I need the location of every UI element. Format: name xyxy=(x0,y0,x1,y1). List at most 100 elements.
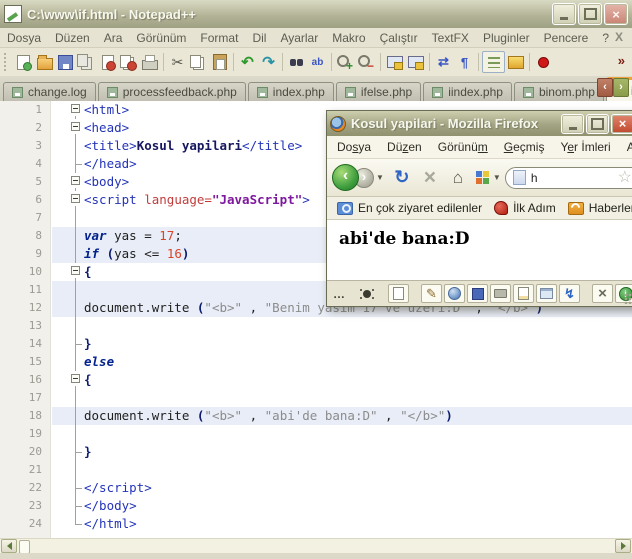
ff-menu-dosya[interactable]: Dosya xyxy=(329,137,379,157)
close-button[interactable]: × xyxy=(604,3,628,25)
bookmark-star-icon[interactable] xyxy=(618,169,632,187)
refresh-button[interactable] xyxy=(390,166,414,190)
find-icon[interactable] xyxy=(286,52,307,72)
ff-menu-düzen[interactable]: Düzen xyxy=(379,137,430,157)
home-button[interactable] xyxy=(446,166,470,190)
grid-icon[interactable] xyxy=(474,169,491,186)
close-file-icon[interactable] xyxy=(97,52,118,72)
print-icon[interactable] xyxy=(139,52,160,72)
printer-icon[interactable] xyxy=(490,284,511,303)
user-dialog-icon[interactable] xyxy=(505,52,526,72)
fold-marker-icon[interactable] xyxy=(52,191,84,209)
npp-menu-ayarlar[interactable]: Ayarlar xyxy=(273,29,325,47)
npp-menu-pencere[interactable]: Pencere xyxy=(537,29,596,47)
url-bar[interactable]: h xyxy=(504,166,632,189)
indent-guide-icon[interactable] xyxy=(482,51,505,73)
copy-icon[interactable] xyxy=(188,52,209,72)
npp-menu-textfx[interactable]: TextFX xyxy=(425,29,476,47)
cut-icon[interactable] xyxy=(167,52,188,72)
token: "<b>" xyxy=(204,300,243,315)
tab-ifelse-php[interactable]: ifelse.php xyxy=(335,82,422,101)
fold-marker-icon[interactable] xyxy=(52,263,84,281)
disk-icon[interactable] xyxy=(467,284,488,303)
save-all-icon[interactable] xyxy=(76,52,97,72)
globe-icon[interactable] xyxy=(444,284,465,303)
back-button[interactable] xyxy=(332,164,359,191)
tools-icon[interactable] xyxy=(592,284,613,303)
scroll-left-button[interactable] xyxy=(1,539,17,553)
tab-processfeedback-php[interactable]: processfeedback.php xyxy=(97,82,246,101)
npp-menu-dosya[interactable]: Dosya xyxy=(0,29,48,47)
pencil-icon[interactable] xyxy=(421,284,442,303)
menubar-close-icon[interactable]: X xyxy=(615,31,623,43)
toolbar-grip[interactable] xyxy=(4,53,8,71)
npp-menu-dil[interactable]: Dil xyxy=(245,29,273,47)
npp-menu-düzen[interactable]: Düzen xyxy=(48,29,97,47)
maximize-button[interactable] xyxy=(578,3,602,25)
npp-menu-format[interactable]: Format xyxy=(193,29,245,47)
fold-marker-icon[interactable] xyxy=(52,101,84,119)
bug-icon[interactable] xyxy=(357,285,376,302)
new-file-icon[interactable] xyxy=(13,52,34,72)
bookmark-en-çok-ziyaret-edilenler[interactable]: En çok ziyaret edilenler xyxy=(331,199,488,217)
scroll-right-button[interactable] xyxy=(615,539,631,553)
ff-menu-araçla[interactable]: Araçla xyxy=(619,137,632,157)
word-wrap-icon[interactable] xyxy=(433,52,454,72)
history-dropdown-icon[interactable]: ▼ xyxy=(376,173,384,182)
scrollbar-thumb[interactable] xyxy=(19,540,30,554)
show-all-characters-icon[interactable] xyxy=(454,52,475,72)
code-line: 14} xyxy=(0,335,632,353)
toolbar-overflow-icon[interactable]: » xyxy=(618,53,625,68)
horizontal-scrollbar[interactable] xyxy=(0,538,632,554)
zoom-out-icon[interactable] xyxy=(356,52,377,72)
npp-menu-makro[interactable]: Makro xyxy=(325,29,372,47)
npp-menu-pluginler[interactable]: Pluginler xyxy=(476,29,537,47)
paste-icon[interactable] xyxy=(209,52,230,72)
record-macro-icon[interactable] xyxy=(533,52,554,72)
npp-menu-görünüm[interactable]: Görünüm xyxy=(129,29,193,47)
close-all-icon[interactable] xyxy=(118,52,139,72)
ff-menu-görünüm[interactable]: Görünüm xyxy=(430,137,496,157)
tab-change-log[interactable]: change.log xyxy=(3,82,96,101)
npp-menu-ara[interactable]: Ara xyxy=(97,29,130,47)
undo-icon[interactable] xyxy=(237,52,258,72)
firefox-minimize-button[interactable] xyxy=(561,113,584,134)
fold-marker-icon[interactable] xyxy=(52,173,84,191)
tab-scroll-left-button[interactable]: ‹ xyxy=(597,78,613,97)
token: } xyxy=(84,336,92,351)
note-icon[interactable] xyxy=(513,284,534,303)
statusbar-overflow[interactable]: … xyxy=(333,287,345,301)
url-text[interactable]: h xyxy=(531,171,613,185)
grid-dropdown-icon[interactable]: ▼ xyxy=(493,173,501,182)
fold-marker-icon[interactable] xyxy=(52,371,84,389)
redo-icon[interactable] xyxy=(258,52,279,72)
save-file-icon[interactable] xyxy=(55,52,76,72)
stop-button[interactable] xyxy=(418,166,442,190)
firefox-close-button[interactable]: × xyxy=(611,113,632,134)
bookmark-haberler[interactable]: Haberler xyxy=(562,199,632,217)
fold-marker-icon[interactable] xyxy=(52,119,84,137)
page-icon[interactable] xyxy=(388,284,409,303)
ff-menu-yer-i-mleri[interactable]: Yer İmleri xyxy=(552,137,618,157)
firefox-maximize-button[interactable] xyxy=(586,113,609,134)
sync-horizontal-icon[interactable] xyxy=(405,52,426,72)
fold-guide xyxy=(52,155,84,173)
line-number: 18 xyxy=(28,409,42,422)
tab-binom-php[interactable]: binom.php xyxy=(513,82,604,101)
resize-grip[interactable] xyxy=(624,293,632,304)
minimize-button[interactable] xyxy=(552,3,576,25)
sync-vertical-icon[interactable] xyxy=(384,52,405,72)
zoom-in-icon[interactable] xyxy=(335,52,356,72)
tab-index-php[interactable]: index.php xyxy=(247,82,334,101)
tab-iindex-php[interactable]: iindex.php xyxy=(423,82,512,101)
tab-scroll-right-button[interactable]: › xyxy=(613,78,629,97)
bookmark-i-lk-adım[interactable]: İlk Adım xyxy=(488,199,562,217)
npp-menu-çalıştır[interactable]: Çalıştır xyxy=(373,29,425,47)
open-file-icon[interactable] xyxy=(34,52,55,72)
replace-icon[interactable] xyxy=(307,52,328,72)
fold-guide xyxy=(52,461,84,479)
ff-menu-geçmiş[interactable]: Geçmiş xyxy=(496,137,553,157)
window-icon[interactable] xyxy=(536,284,557,303)
lightning-icon[interactable] xyxy=(559,284,580,303)
npp-menu-?[interactable]: ? xyxy=(595,29,616,47)
